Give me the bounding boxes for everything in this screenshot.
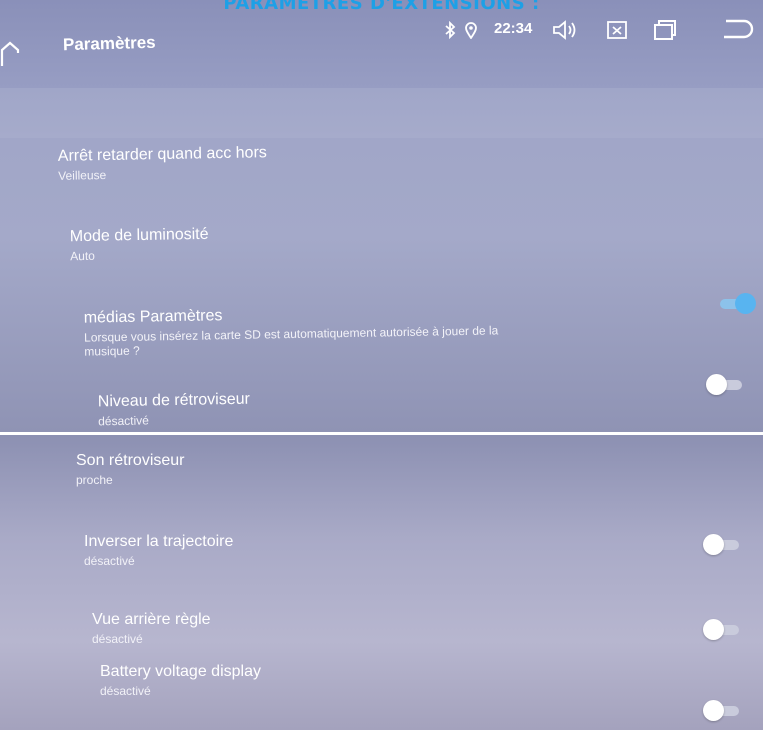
setting-acc-off-delay[interactable]: Arrêt retarder quand acc hors Veilleuse	[58, 144, 268, 183]
header-band	[0, 88, 763, 138]
setting-brightness-mode[interactable]: Mode de luminosité Auto	[70, 226, 209, 263]
battery-voltage-toggle[interactable]	[703, 700, 743, 721]
setting-reverse-trajectory[interactable]: Inverser la trajectoire désactivé	[84, 533, 233, 568]
page-title: PARAMÈTRES D'EXTENSIONS :	[223, 0, 540, 14]
close-box-icon[interactable]	[606, 19, 628, 41]
bluetooth-icon	[445, 21, 456, 39]
screenshot-top: Paramètres 22:34 Arrêt retarder quand ac…	[0, 0, 763, 432]
setting-value: désactivé	[92, 632, 143, 646]
setting-battery-voltage[interactable]: Battery voltage display désactivé	[100, 663, 261, 698]
toggle-knob	[703, 534, 724, 555]
setting-title: Battery voltage display	[100, 663, 261, 680]
setting-title: Inverser la trajectoire	[84, 533, 234, 550]
toggle-knob	[735, 293, 756, 314]
setting-title: Niveau de rétroviseur	[97, 390, 251, 411]
mirror-level-toggle[interactable]	[706, 374, 746, 395]
toggle-knob	[706, 374, 727, 395]
setting-mirror-sound[interactable]: Son rétroviseur proche	[76, 452, 185, 487]
setting-title: Vue arrière règle	[92, 611, 211, 628]
setting-title: Son rétroviseur	[76, 452, 185, 469]
setting-value: proche	[76, 473, 113, 487]
setting-mirror-level[interactable]: Niveau de rétroviseur désactivé	[98, 391, 251, 429]
setting-value: désactivé	[98, 413, 150, 429]
toggle-knob	[703, 619, 724, 640]
setting-value: désactivé	[84, 554, 135, 568]
return-icon[interactable]	[722, 16, 756, 42]
setting-value: Auto	[70, 248, 95, 264]
setting-title: Mode de luminosité	[69, 225, 209, 246]
location-icon	[465, 22, 477, 39]
screen-title: Paramètres	[62, 32, 156, 55]
setting-title: Arrêt retarder quand acc hors	[57, 144, 267, 165]
setting-value: désactivé	[100, 684, 151, 698]
media-toggle[interactable]	[718, 293, 758, 314]
setting-value: Veilleuse	[58, 167, 107, 183]
clock: 22:34	[494, 20, 533, 37]
rear-view-rule-toggle[interactable]	[703, 619, 743, 640]
window-icon[interactable]	[652, 18, 678, 42]
reverse-trajectory-toggle[interactable]	[703, 534, 743, 555]
back-icon[interactable]	[0, 40, 22, 68]
toggle-knob	[703, 700, 724, 721]
volume-icon[interactable]	[552, 19, 578, 41]
setting-rear-view-rule[interactable]: Vue arrière règle désactivé	[92, 611, 211, 646]
screenshot-bottom: Son rétroviseur proche Inverser la traje…	[0, 435, 763, 730]
setting-media[interactable]: médias Paramètres Lorsque vous insérez l…	[84, 302, 499, 358]
